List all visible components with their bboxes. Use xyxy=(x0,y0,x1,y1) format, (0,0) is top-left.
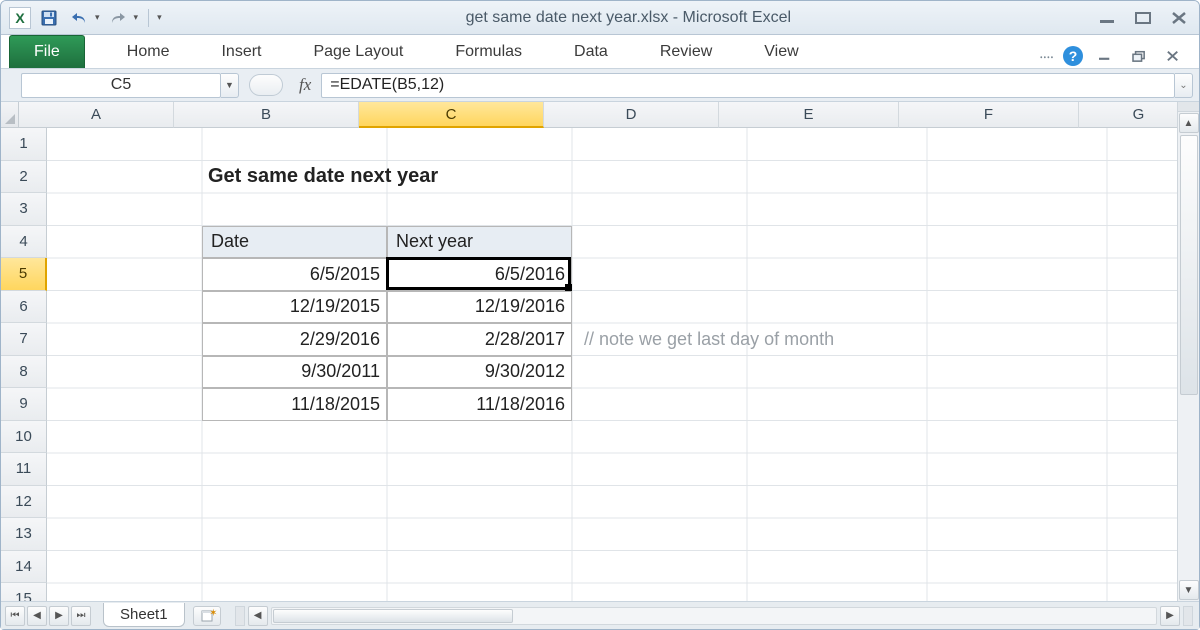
qat-separator xyxy=(148,9,149,27)
row-header-13[interactable]: 13 xyxy=(1,518,47,551)
column-header-E[interactable]: E xyxy=(719,102,899,128)
title-bar: X ▾ ▾ ▾ get same date next year.xlsx - M… xyxy=(1,1,1199,35)
cell-B7[interactable]: 2/29/2016 xyxy=(202,323,387,356)
redo-dropdown-icon[interactable]: ▾ xyxy=(134,12,139,23)
row-header-8[interactable]: 8 xyxy=(1,356,47,389)
row-header-9[interactable]: 9 xyxy=(1,388,47,421)
row-header-1[interactable]: 1 xyxy=(1,128,47,161)
tab-file[interactable]: File xyxy=(9,35,85,68)
cell-grid[interactable]: Get same date next year DateNext year6/5/… xyxy=(47,128,1199,601)
cell-C4[interactable]: Next year xyxy=(387,226,572,259)
close-icon[interactable] xyxy=(1167,9,1191,27)
row-header-12[interactable]: 12 xyxy=(1,486,47,519)
row-header-7[interactable]: 7 xyxy=(1,323,47,356)
sheet-nav-next-icon[interactable]: ▶ xyxy=(49,606,69,626)
tab-formulas[interactable]: Formulas xyxy=(429,36,548,68)
tab-insert[interactable]: Insert xyxy=(195,36,287,68)
name-box-dropdown-icon[interactable]: ▼ xyxy=(221,73,239,98)
maximize-icon[interactable] xyxy=(1131,9,1155,27)
column-header-A[interactable]: A xyxy=(19,102,174,128)
column-header-B[interactable]: B xyxy=(174,102,359,128)
tab-scroll-split-icon[interactable] xyxy=(235,606,245,626)
split-handle-top[interactable] xyxy=(1178,102,1199,112)
row-header-5[interactable]: 5 xyxy=(1,258,47,291)
window-controls xyxy=(1095,9,1191,27)
sheet-nav-prev-icon[interactable]: ◀ xyxy=(27,606,47,626)
horizontal-scrollbar[interactable]: ◀ ▶ xyxy=(235,605,1193,627)
worksheet-area: ABCDEFG 123456789101112131415 Get same d… xyxy=(1,102,1199,601)
row-header-6[interactable]: 6 xyxy=(1,291,47,324)
tab-data[interactable]: Data xyxy=(548,36,634,68)
save-icon[interactable] xyxy=(37,7,61,29)
fx-icon[interactable]: fx xyxy=(299,75,311,95)
name-box[interactable]: C5 xyxy=(21,73,221,98)
undo-icon[interactable] xyxy=(67,7,91,29)
row-header-11[interactable]: 11 xyxy=(1,453,47,486)
cell-C5[interactable]: 6/5/2016 xyxy=(387,258,572,291)
vertical-scroll-thumb[interactable] xyxy=(1180,135,1198,395)
select-all-triangle[interactable] xyxy=(1,102,19,128)
new-sheet-icon[interactable] xyxy=(193,606,221,626)
sheet-tab-sheet1[interactable]: Sheet1 xyxy=(103,603,185,627)
scroll-down-icon[interactable]: ▼ xyxy=(1179,580,1199,600)
excel-app-icon: X xyxy=(9,7,31,29)
tab-review[interactable]: Review xyxy=(634,36,738,68)
cell-C9[interactable]: 11/18/2016 xyxy=(387,388,572,421)
minimize-icon[interactable] xyxy=(1095,9,1119,27)
column-headers: ABCDEFG xyxy=(19,102,1199,128)
workbook-close-icon[interactable] xyxy=(1161,47,1185,65)
column-header-C[interactable]: C xyxy=(359,102,544,128)
tab-page-layout[interactable]: Page Layout xyxy=(287,36,429,68)
undo-dropdown-icon[interactable]: ▾ xyxy=(95,12,100,23)
window-title: get same date next year.xlsx - Microsoft… xyxy=(162,9,1095,27)
split-handle-right[interactable] xyxy=(1183,606,1193,626)
ribbon-tabs: File Home Insert Page Layout Formulas Da… xyxy=(1,35,1199,69)
sheet-nav-first-icon[interactable]: ⏮ xyxy=(5,606,25,626)
column-header-F[interactable]: F xyxy=(899,102,1079,128)
tab-home[interactable]: Home xyxy=(101,36,196,68)
formula-bar: C5 ▼ fx =EDATE(B5,12) ⌄ xyxy=(1,69,1199,102)
cell-B6[interactable]: 12/19/2015 xyxy=(202,291,387,324)
horizontal-scroll-track[interactable] xyxy=(271,607,1157,625)
formula-input[interactable]: =EDATE(B5,12) xyxy=(321,73,1175,98)
app-window: X ▾ ▾ ▾ get same date next year.xlsx - M… xyxy=(0,0,1200,630)
cell-B8[interactable]: 9/30/2011 xyxy=(202,356,387,389)
scroll-up-icon[interactable]: ▲ xyxy=(1179,113,1199,133)
row-headers: 123456789101112131415 xyxy=(1,128,47,601)
cell-D7[interactable]: // note we get last day of month xyxy=(572,323,992,356)
redo-icon[interactable] xyxy=(106,7,130,29)
tab-view[interactable]: View xyxy=(738,36,824,68)
column-header-D[interactable]: D xyxy=(544,102,719,128)
formula-expand-icon[interactable]: ⌄ xyxy=(1175,73,1193,98)
scroll-left-icon[interactable]: ◀ xyxy=(248,606,268,626)
help-icon[interactable]: ? xyxy=(1063,46,1083,66)
workbook-restore-icon[interactable] xyxy=(1127,47,1151,65)
fx-button-oval[interactable] xyxy=(249,74,283,96)
scroll-right-icon[interactable]: ▶ xyxy=(1160,606,1180,626)
ribbon-minimize-chevron-icon[interactable]: ᠁ xyxy=(1037,44,1053,68)
cell-B5[interactable]: 6/5/2015 xyxy=(202,258,387,291)
cell-C8[interactable]: 9/30/2012 xyxy=(387,356,572,389)
row-header-10[interactable]: 10 xyxy=(1,421,47,454)
row-header-2[interactable]: 2 xyxy=(1,161,47,194)
sheet-nav-last-icon[interactable]: ⏭ xyxy=(71,606,91,626)
cell-C7[interactable]: 2/28/2017 xyxy=(387,323,572,356)
horizontal-scroll-thumb[interactable] xyxy=(273,609,513,623)
cell-B9[interactable]: 11/18/2015 xyxy=(202,388,387,421)
row-header-14[interactable]: 14 xyxy=(1,551,47,584)
cell-C6[interactable]: 12/19/2016 xyxy=(387,291,572,324)
cell-B2[interactable]: Get same date next year xyxy=(202,161,572,194)
workbook-minimize-icon[interactable] xyxy=(1093,47,1117,65)
cell-B4[interactable]: Date xyxy=(202,226,387,259)
sheet-tab-bar: ⏮ ◀ ▶ ⏭ Sheet1 ◀ ▶ xyxy=(1,601,1199,629)
row-header-4[interactable]: 4 xyxy=(1,226,47,259)
vertical-scrollbar[interactable]: ▲ ▼ xyxy=(1177,102,1199,601)
row-header-3[interactable]: 3 xyxy=(1,193,47,226)
quick-access-toolbar: ▾ ▾ ▾ xyxy=(37,7,162,29)
row-header-15[interactable]: 15 xyxy=(1,583,47,601)
